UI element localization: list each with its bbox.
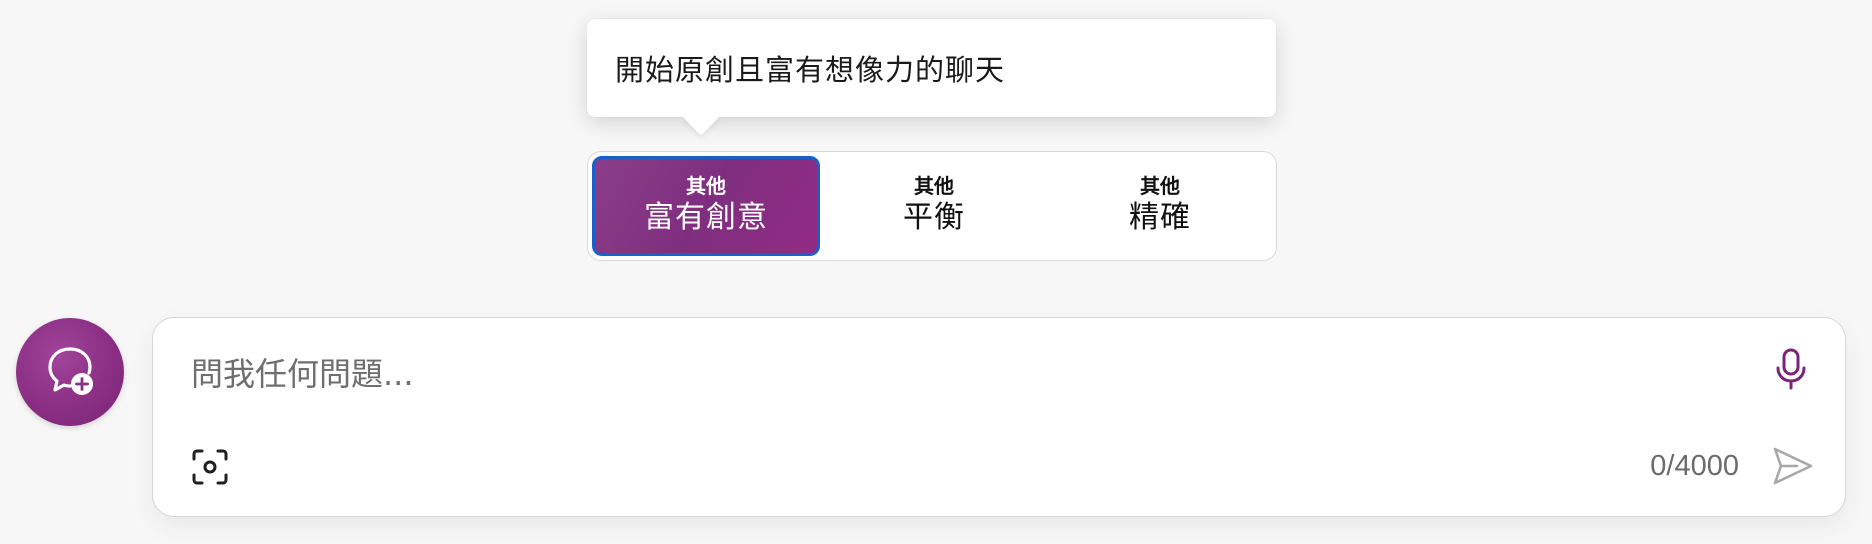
microphone-button[interactable] xyxy=(1769,346,1813,396)
style-option-balanced[interactable]: 其他 平衡 xyxy=(822,156,1046,256)
style-option-sublabel: 其他 xyxy=(914,174,954,198)
microphone-icon xyxy=(1773,347,1809,395)
style-option-label: 平衡 xyxy=(903,200,965,235)
style-option-label: 精確 xyxy=(1129,200,1191,235)
chat-composer-area: 開始原創且富有想像力的聊天 其他 富有創意 其他 平衡 其他 精確 問我任何問題… xyxy=(0,0,1872,544)
chat-input-box: 0/4000 xyxy=(152,317,1846,517)
character-counter: 0/4000 xyxy=(1650,450,1739,482)
style-tooltip: 開始原創且富有想像力的聊天 xyxy=(587,19,1276,117)
new-topic-chat-bubble-plus-icon xyxy=(40,340,100,404)
tooltip-text: 開始原創且富有想像力的聊天 xyxy=(615,53,1006,87)
chat-input[interactable] xyxy=(189,348,1693,400)
conversation-style-selector: 其他 富有創意 其他 平衡 其他 精確 xyxy=(587,151,1277,261)
style-option-label: 富有創意 xyxy=(644,200,768,235)
send-button[interactable] xyxy=(1769,444,1817,492)
style-option-sublabel: 其他 xyxy=(686,174,726,198)
style-option-creative[interactable]: 其他 富有創意 xyxy=(592,156,820,256)
camera-scan-icon xyxy=(191,448,229,490)
visual-search-button[interactable] xyxy=(189,448,231,490)
new-topic-button[interactable] xyxy=(16,318,124,426)
style-option-sublabel: 其他 xyxy=(1140,174,1180,198)
send-arrow-icon xyxy=(1771,445,1815,491)
style-option-precise[interactable]: 其他 精確 xyxy=(1048,156,1272,256)
